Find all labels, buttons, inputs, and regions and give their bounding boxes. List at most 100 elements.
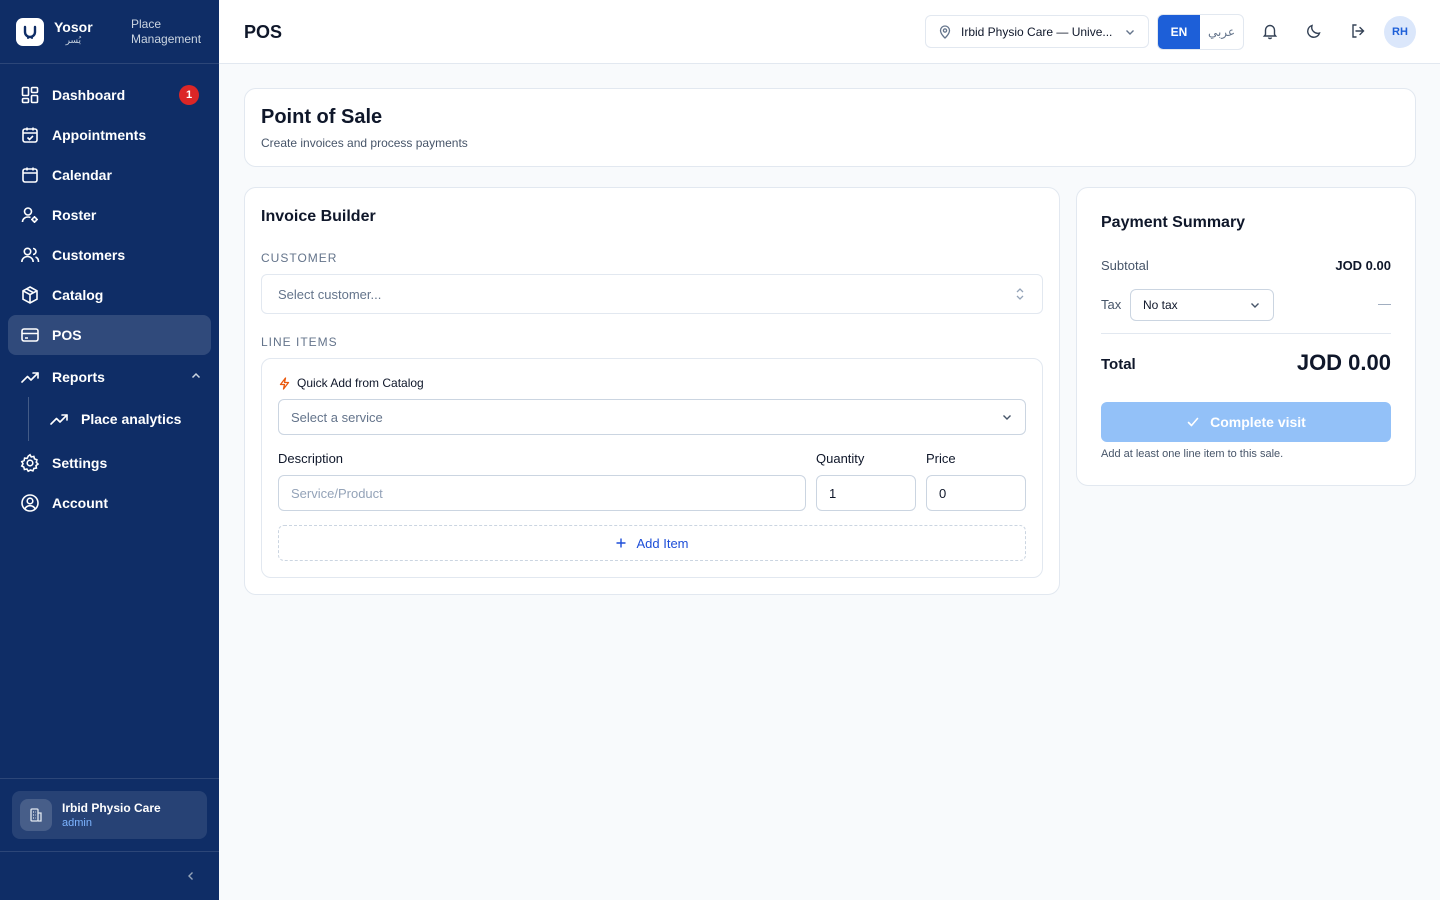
sidebar-item-calendar[interactable]: Calendar: [8, 155, 211, 195]
quantity-label: Quantity: [816, 451, 865, 466]
subtotal-value: JOD 0.00: [1335, 258, 1391, 273]
sidebar-item-dashboard[interactable]: Dashboard 1: [8, 75, 211, 115]
tax-select[interactable]: No tax: [1130, 289, 1274, 321]
total-value: JOD 0.00: [1296, 350, 1391, 375]
current-place-card[interactable]: Irbid Physio Care admin: [12, 791, 207, 839]
brand: Yosor يُسر Place Management: [0, 0, 219, 64]
calendar-check-icon: [20, 125, 40, 145]
yosor-logo-icon: [16, 17, 44, 46]
trending-up-icon: [20, 367, 40, 387]
chevron-left-icon: [188, 872, 193, 880]
add-item-label: Add Item: [636, 535, 689, 551]
complete-visit-hint: Add at least one line item to this sale.: [1101, 448, 1284, 460]
sidebar-item-label: Place analytics: [81, 411, 182, 427]
chevron-up-icon[interactable]: [189, 369, 203, 383]
invoice-builder-card: Invoice Builder CUSTOMER Select customer…: [244, 187, 1060, 595]
brand-name-arabic: يُسر: [65, 34, 82, 45]
place-selector-value: Irbid Physio Care — Unive...: [961, 24, 1113, 39]
sidebar-item-reports[interactable]: Reports: [8, 357, 211, 397]
check-icon: [1186, 415, 1200, 429]
sidebar: Yosor يُسر Place Management Dashboard 1 …: [0, 0, 219, 900]
line-items-box: Quick Add from Catalog Select a service …: [261, 358, 1043, 578]
payment-summary-title: Payment Summary: [1101, 214, 1246, 231]
sidebar-item-customers[interactable]: Customers: [8, 235, 211, 275]
gear-icon: [20, 453, 40, 473]
credit-card-icon: [20, 325, 40, 345]
description-input[interactable]: Service/Product: [278, 475, 806, 511]
sidebar-item-label: Calendar: [52, 167, 112, 183]
user-avatar[interactable]: RH: [1384, 16, 1416, 48]
lightning-icon: [278, 376, 291, 390]
tax-label: Tax: [1101, 297, 1122, 312]
sidebar-item-roster[interactable]: Roster: [8, 195, 211, 235]
sidebar-item-label: Reports: [52, 369, 105, 385]
chevron-down-icon: [1124, 26, 1136, 38]
quick-add-label: Quick Add from Catalog: [278, 376, 424, 390]
quick-add-text: Quick Add from Catalog: [297, 376, 424, 390]
calendar-icon: [20, 165, 40, 185]
plus-icon: [615, 537, 627, 549]
chevron-down-icon: [1001, 411, 1013, 423]
building-icon: [20, 799, 52, 831]
sidebar-item-label: Catalog: [52, 287, 104, 303]
price-label: Price: [926, 451, 956, 466]
sidebar-nav: Dashboard 1 Appointments Calendar Roster…: [0, 64, 219, 523]
divider: [0, 778, 219, 779]
user-gear-icon: [20, 205, 40, 225]
sidebar-item-catalog[interactable]: Catalog: [8, 275, 211, 315]
service-select[interactable]: Select a service: [278, 399, 1026, 435]
dashboard-icon: [20, 85, 40, 105]
moon-icon[interactable]: [1305, 22, 1323, 40]
users-icon: [20, 245, 40, 265]
place-name: Irbid Physio Care: [62, 800, 161, 815]
top-header: POS Irbid Physio Care — Unive... EN عربي…: [219, 0, 1440, 64]
sidebar-item-pos[interactable]: POS: [8, 315, 211, 355]
sidebar-item-label: Dashboard: [52, 87, 126, 103]
chevron-down-icon: [1249, 299, 1261, 311]
price-input[interactable]: 0: [926, 475, 1026, 511]
logout-icon[interactable]: [1349, 22, 1367, 40]
invoice-builder-title: Invoice Builder: [261, 208, 376, 225]
customer-select-placeholder: Select customer...: [278, 286, 382, 302]
sidebar-item-appointments[interactable]: Appointments: [8, 115, 211, 155]
lang-ar-button[interactable]: عربي: [1200, 15, 1243, 49]
customer-label: CUSTOMER: [261, 251, 338, 265]
sidebar-item-label: Settings: [52, 455, 108, 471]
box-icon: [20, 285, 40, 305]
divider: [1101, 333, 1391, 334]
tax-select-value: No tax: [1143, 298, 1178, 312]
section-subtitle: Create invoices and process payments: [261, 136, 468, 150]
service-select-placeholder: Select a service: [291, 409, 383, 425]
section-title: Point of Sale: [261, 106, 383, 128]
quantity-input[interactable]: 1: [816, 475, 916, 511]
pos-header-card: Point of Sale Create invoices and proces…: [244, 88, 1416, 167]
sidebar-item-place-analytics[interactable]: Place analytics: [28, 397, 211, 441]
sidebar-item-label: Customers: [52, 247, 126, 263]
user-circle-icon: [20, 493, 40, 513]
sidebar-item-account[interactable]: Account: [8, 483, 211, 523]
lang-en-button[interactable]: EN: [1158, 15, 1200, 49]
sidebar-item-label: Account: [52, 495, 108, 511]
bell-icon[interactable]: [1261, 22, 1279, 40]
total-label: Total: [1101, 356, 1136, 373]
sidebar-item-label: Appointments: [52, 127, 147, 143]
sidebar-item-label: POS: [52, 327, 82, 343]
payment-summary-card: Payment Summary Subtotal JOD 0.00 Tax No…: [1076, 187, 1416, 486]
description-label: Description: [278, 451, 344, 466]
place-selector[interactable]: Irbid Physio Care — Unive...: [925, 15, 1149, 48]
collapse-sidebar-button[interactable]: [183, 868, 199, 884]
brand-subtitle: Place Management: [131, 16, 202, 46]
line-items-label: LINE ITEMS: [261, 335, 338, 349]
chevron-up-down-icon: [1014, 287, 1026, 301]
page-title: POS: [244, 22, 283, 42]
customer-select[interactable]: Select customer...: [261, 274, 1043, 314]
sidebar-item-label: Roster: [52, 207, 97, 223]
complete-visit-label: Complete visit: [1210, 414, 1306, 430]
language-switcher: EN عربي: [1157, 14, 1244, 50]
trending-up-icon: [49, 409, 69, 429]
subtotal-label: Subtotal: [1101, 258, 1149, 273]
complete-visit-button[interactable]: Complete visit: [1101, 402, 1391, 442]
sidebar-item-settings[interactable]: Settings: [8, 443, 211, 483]
tax-value: —: [1378, 296, 1391, 311]
add-item-button[interactable]: Add Item: [278, 525, 1026, 561]
